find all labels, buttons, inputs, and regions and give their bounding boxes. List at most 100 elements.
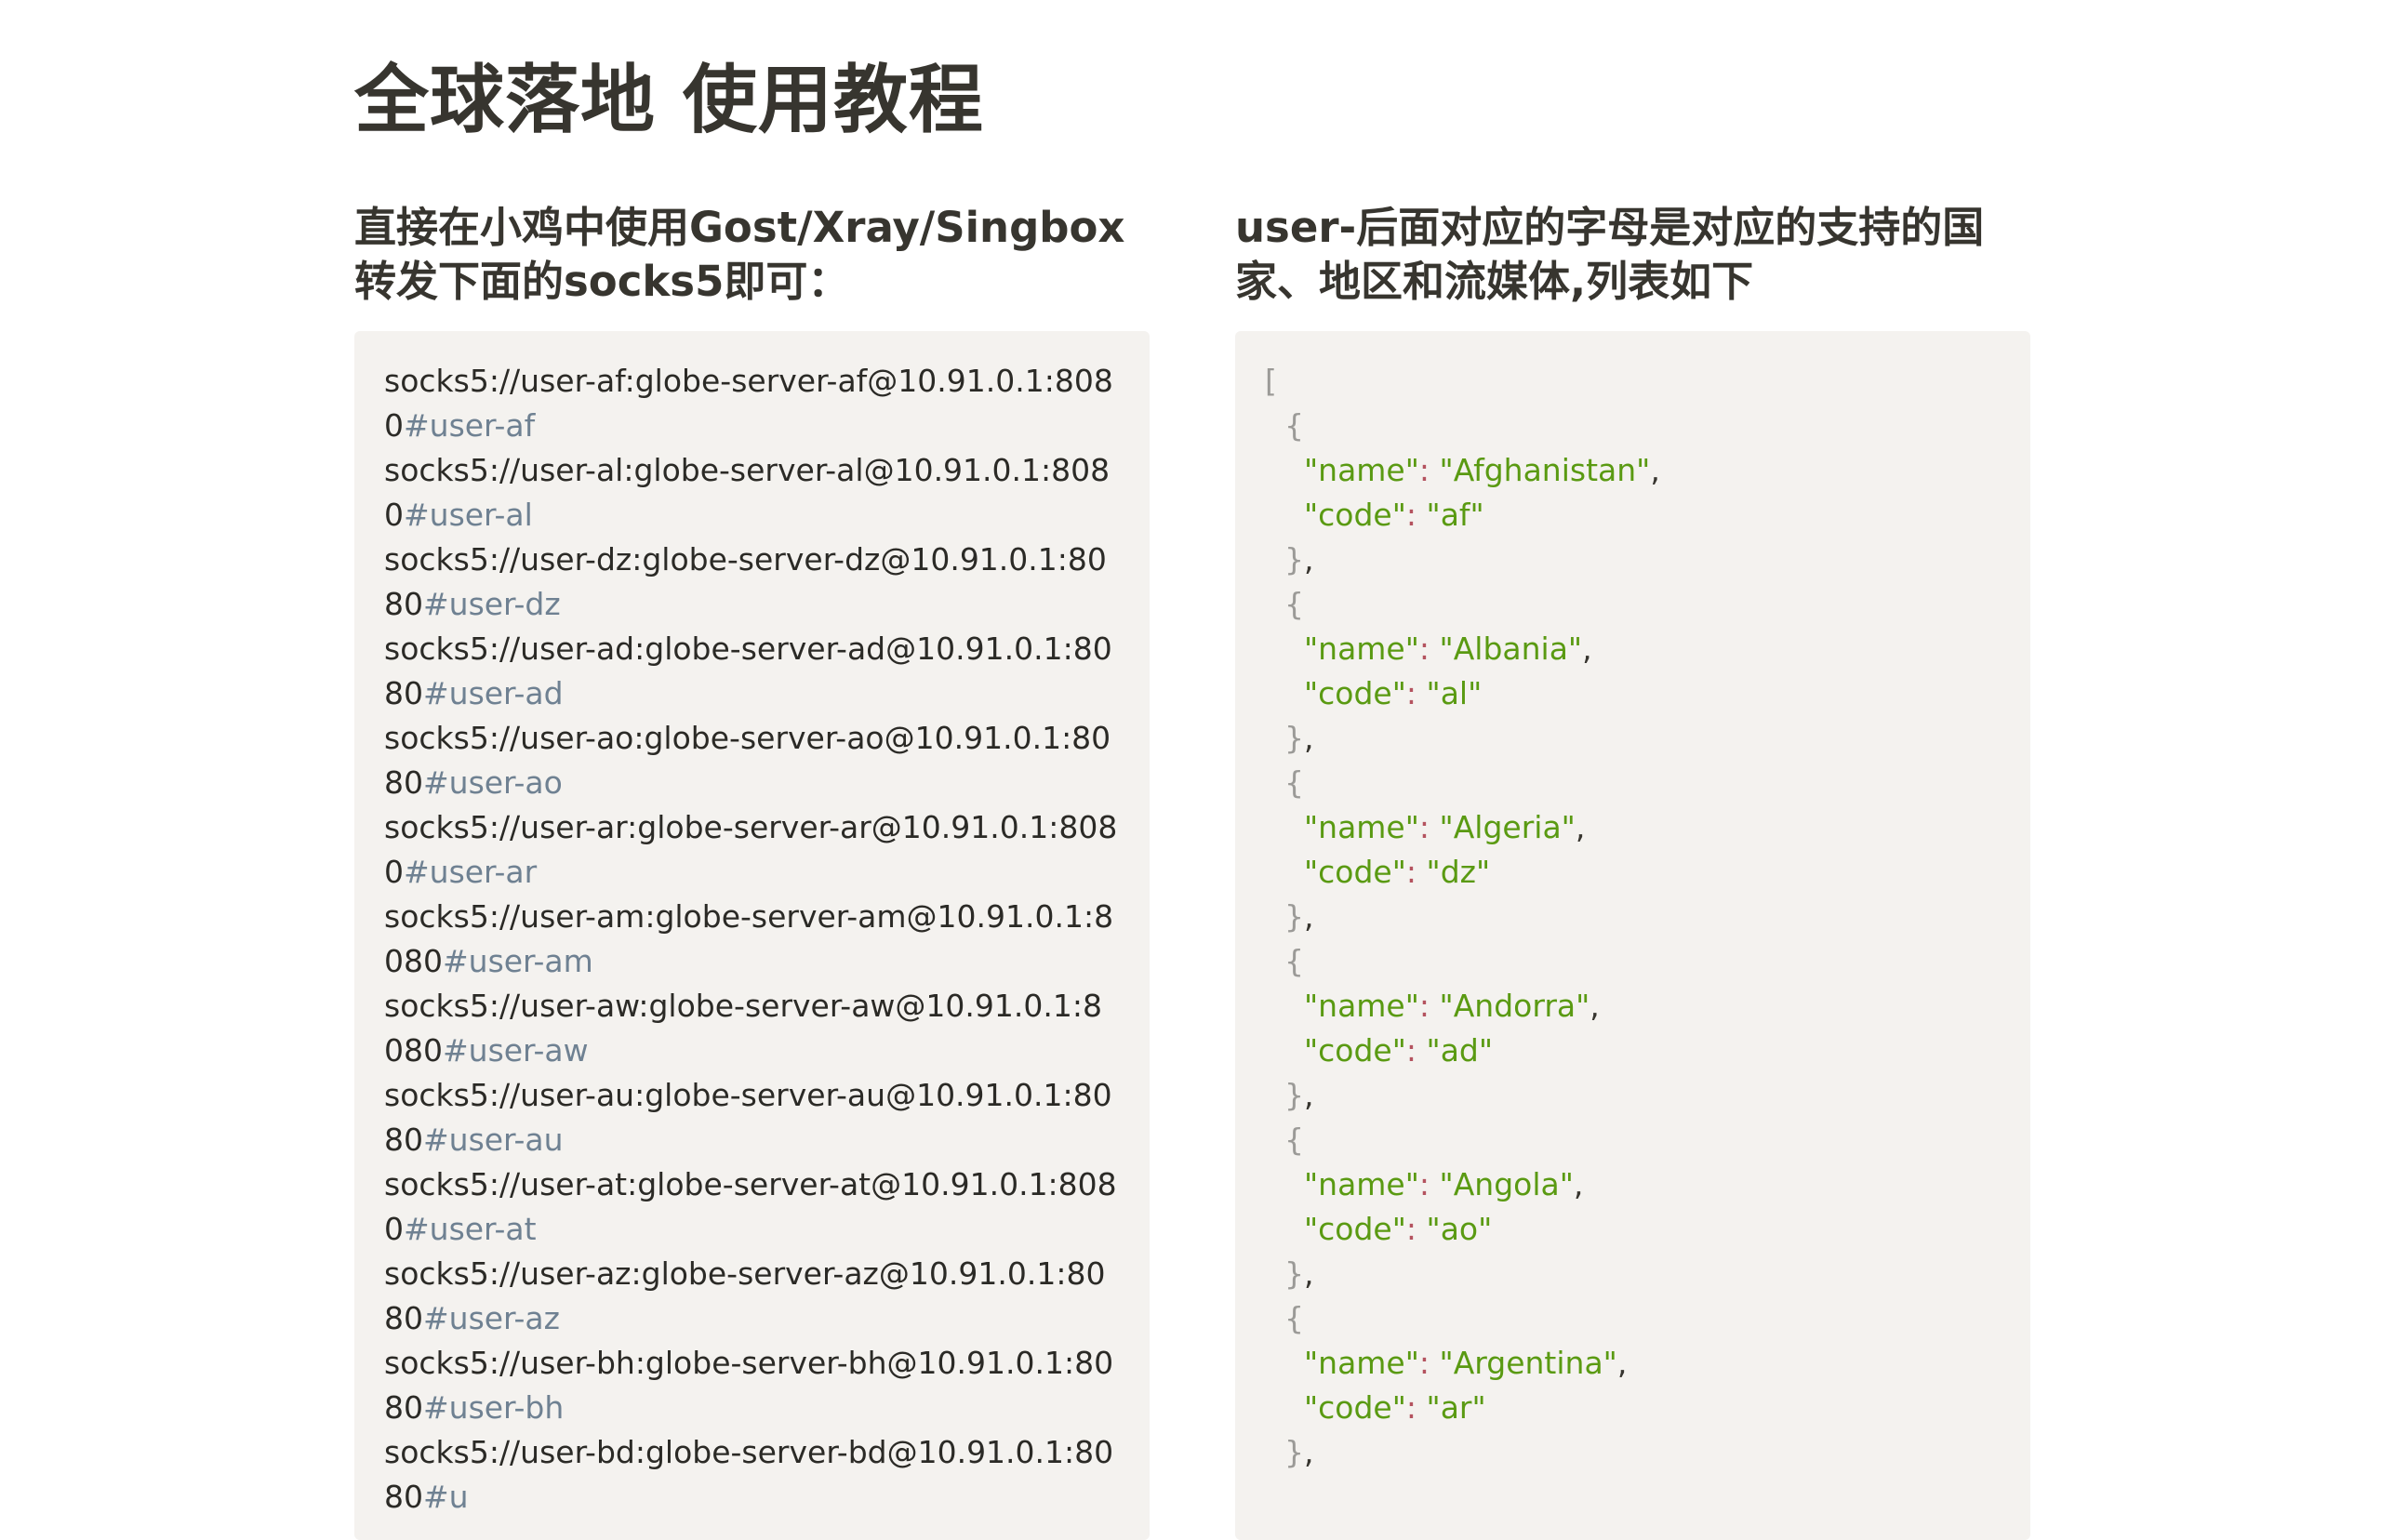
json-code-line: "code": "ar" <box>1265 1386 2001 1430</box>
json-colon: : <box>1405 1032 1427 1069</box>
left-column: 直接在小鸡中使用Gost/Xray/Singbox转发下面的socks5即可： … <box>354 201 1150 1540</box>
json-key: "code" <box>1303 1211 1406 1247</box>
json-object-open: { <box>1265 1296 2001 1341</box>
proxy-line: socks5://user-ad:globe-server-ad@10.91.0… <box>384 627 1119 716</box>
json-brace: } <box>1265 720 1304 756</box>
json-brace: { <box>1265 1300 1304 1336</box>
json-colon: : <box>1418 809 1440 845</box>
json-brace: { <box>1265 586 1304 622</box>
json-colon: : <box>1405 497 1427 533</box>
proxy-line: socks5://user-aw:globe-server-aw@10.91.0… <box>384 984 1119 1073</box>
proxy-comment: #user-ao <box>423 764 563 801</box>
proxy-line: socks5://user-az:globe-server-az@10.91.0… <box>384 1252 1119 1341</box>
json-country-code: "al" <box>1426 675 1483 711</box>
json-comma: , <box>1303 898 1314 935</box>
left-heading: 直接在小鸡中使用Gost/Xray/Singbox转发下面的socks5即可： <box>354 203 1125 306</box>
json-country-code: "ar" <box>1426 1389 1486 1426</box>
json-object-close: }, <box>1265 1073 2001 1118</box>
proxy-line: socks5://user-at:globe-server-at@10.91.0… <box>384 1162 1119 1252</box>
proxy-comment: #u <box>423 1479 469 1515</box>
json-object-close: }, <box>1265 1430 2001 1475</box>
json-comma: , <box>1303 541 1314 578</box>
proxy-comment: #user-am <box>443 943 593 979</box>
json-country-name: "Argentina" <box>1439 1345 1617 1381</box>
socks5-code-block[interactable]: socks5://user-af:globe-server-af@10.91.0… <box>354 331 1150 1540</box>
json-country-name: "Albania" <box>1439 631 1583 667</box>
country-json-code-block[interactable]: [ { "name": "Afghanistan", "code": "af" … <box>1235 331 2030 1540</box>
proxy-comment: #user-aw <box>443 1032 589 1069</box>
json-colon: : <box>1405 1389 1427 1426</box>
json-name-line: "name": "Afghanistan", <box>1265 448 2001 493</box>
proxy-line: socks5://user-af:globe-server-af@10.91.0… <box>384 359 1119 448</box>
json-key: "code" <box>1303 1032 1406 1069</box>
proxy-comment: #user-bh <box>423 1389 565 1426</box>
json-brace: } <box>1265 1434 1304 1470</box>
json-colon: : <box>1418 988 1440 1024</box>
json-country-name: "Angola" <box>1439 1166 1574 1202</box>
json-country-code: "ao" <box>1426 1211 1493 1247</box>
json-name-line: "name": "Albania", <box>1265 627 2001 671</box>
proxy-line: socks5://user-bh:globe-server-bh@10.91.0… <box>384 1341 1119 1430</box>
json-colon: : <box>1405 854 1427 890</box>
json-comma: , <box>1303 1077 1314 1113</box>
json-code-line: "code": "ad" <box>1265 1029 2001 1073</box>
json-object-close: }, <box>1265 716 2001 761</box>
json-code-line: "code": "af" <box>1265 493 2001 538</box>
proxy-comment: #user-ar <box>404 854 538 890</box>
json-comma: , <box>1616 1345 1628 1381</box>
json-open-bracket: [ <box>1265 359 2001 404</box>
json-code-line: "code": "dz" <box>1265 850 2001 895</box>
json-key: "name" <box>1303 452 1419 488</box>
json-brace: } <box>1265 898 1304 935</box>
json-brace: } <box>1265 1077 1304 1113</box>
proxy-line: socks5://user-ar:globe-server-ar@10.91.0… <box>384 805 1119 895</box>
json-comma: , <box>1650 452 1660 488</box>
proxy-comment: #user-dz <box>423 586 561 622</box>
json-brace: { <box>1265 764 1304 801</box>
right-column: user-后面对应的字母是对应的支持的国家、地区和流媒体,列表如下 [ { "n… <box>1235 201 2030 1540</box>
proxy-url: socks5://user-bd:globe-server-bd@10.91.0… <box>384 1434 1114 1515</box>
json-country-code: "af" <box>1426 497 1484 533</box>
json-key: "name" <box>1303 1345 1419 1381</box>
json-brace: { <box>1265 943 1304 979</box>
json-comma: , <box>1303 720 1314 756</box>
json-brace: { <box>1265 407 1304 444</box>
json-bracket: [ <box>1265 363 1277 399</box>
proxy-line: socks5://user-ao:globe-server-ao@10.91.0… <box>384 716 1119 805</box>
json-comma: , <box>1303 1434 1314 1470</box>
json-brace: { <box>1265 1122 1304 1158</box>
json-object-open: { <box>1265 404 2001 448</box>
proxy-line: socks5://user-al:globe-server-al@10.91.0… <box>384 448 1119 538</box>
json-country-code: "ad" <box>1426 1032 1494 1069</box>
json-comma: , <box>1590 988 1600 1024</box>
json-country-name: "Andorra" <box>1439 988 1590 1024</box>
json-key: "code" <box>1303 675 1406 711</box>
proxy-comment: #user-ad <box>423 675 564 711</box>
json-key: "code" <box>1303 1389 1406 1426</box>
json-colon: : <box>1418 631 1440 667</box>
json-name-line: "name": "Angola", <box>1265 1162 2001 1207</box>
json-object-close: }, <box>1265 1252 2001 1296</box>
proxy-comment: #user-az <box>423 1300 560 1336</box>
json-country-name: "Afghanistan" <box>1439 452 1651 488</box>
json-comma: , <box>1575 809 1586 845</box>
json-colon: : <box>1405 1211 1427 1247</box>
json-country-code: "dz" <box>1426 854 1491 890</box>
right-heading: user-后面对应的字母是对应的支持的国家、地区和流媒体,列表如下 <box>1235 203 1985 306</box>
json-key: "code" <box>1303 854 1406 890</box>
json-code-line: "code": "ao" <box>1265 1207 2001 1252</box>
json-name-line: "name": "Andorra", <box>1265 984 2001 1029</box>
proxy-comment: #user-at <box>404 1211 537 1247</box>
json-key: "name" <box>1303 809 1419 845</box>
json-key: "name" <box>1303 1166 1419 1202</box>
json-object-open: { <box>1265 582 2001 627</box>
